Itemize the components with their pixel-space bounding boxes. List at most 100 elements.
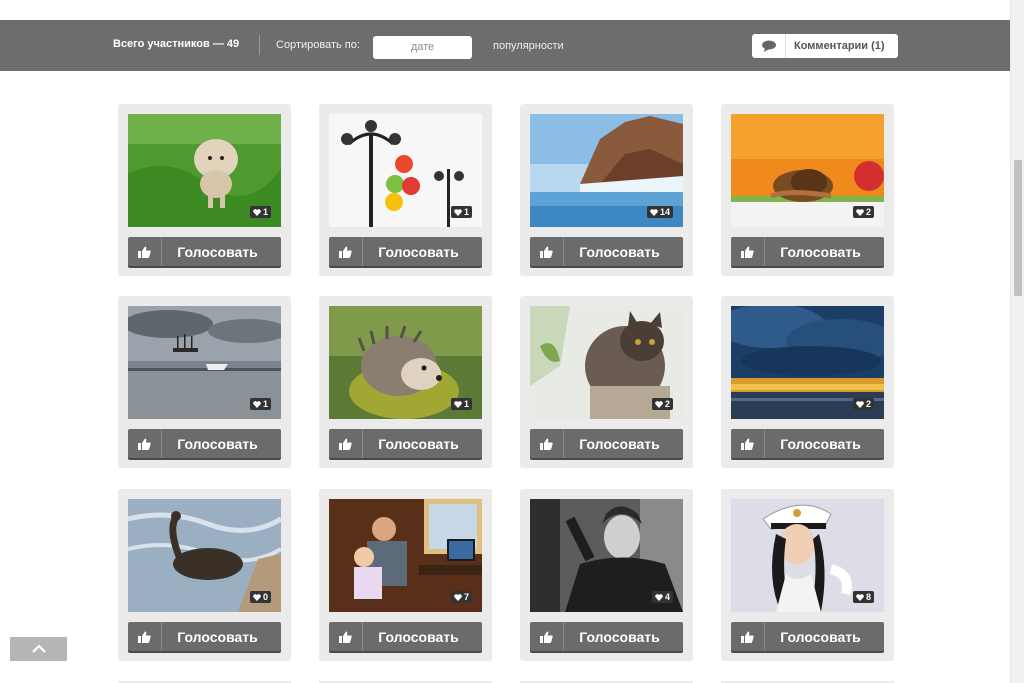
entry-card: 4 Голосовать	[520, 489, 693, 661]
vote-button[interactable]: Голосовать	[128, 429, 281, 458]
thumbs-up-icon	[128, 429, 162, 458]
likes-badge: 2	[852, 398, 874, 410]
vote-button[interactable]: Голосовать	[329, 237, 482, 266]
entry-photo-father-child-computer[interactable]: 7	[329, 499, 482, 612]
heart-icon	[650, 208, 658, 216]
heart-icon	[454, 593, 462, 601]
entry-photo-ice-cliff[interactable]: 14	[530, 114, 683, 227]
vote-button[interactable]: Голосовать	[530, 429, 683, 458]
likes-count: 4	[664, 592, 670, 602]
vote-button[interactable]: Голосовать	[128, 622, 281, 651]
vote-button[interactable]: Голосовать	[128, 237, 281, 266]
likes-badge: 1	[249, 206, 271, 218]
entry-card: 2 Голосовать	[721, 104, 894, 276]
vote-label: Голосовать	[579, 243, 660, 260]
likes-count: 1	[463, 207, 469, 217]
entry-photo-lamps-balloons[interactable]: 1	[329, 114, 482, 227]
contest-page: Всего участников — 49 Сортировать по: да…	[0, 0, 1024, 683]
entry-photo-dog[interactable]: 1	[128, 114, 281, 227]
heart-icon	[253, 400, 261, 408]
entry-photo-hedgehog[interactable]: 1	[329, 306, 482, 419]
entry-card: 1 Голосовать	[319, 296, 492, 468]
participants-count: Всего участников — 49	[113, 38, 240, 50]
divider	[259, 35, 260, 55]
entry-card: 2 Голосовать	[520, 296, 693, 468]
heart-icon	[655, 400, 663, 408]
vote-label: Голосовать	[378, 435, 459, 452]
heart-icon	[655, 593, 663, 601]
comments-label: Комментарии (1)	[794, 40, 885, 52]
likes-count: 0	[262, 592, 268, 602]
vote-button[interactable]: Голосовать	[329, 622, 482, 651]
likes-badge: 1	[450, 206, 472, 218]
heart-icon	[253, 208, 261, 216]
entry-card: 14 Голосовать	[520, 104, 693, 276]
heart-icon	[253, 593, 261, 601]
vote-label: Голосовать	[780, 628, 861, 645]
scroll-to-top-button[interactable]	[10, 637, 67, 661]
thumbs-up-icon	[329, 622, 363, 651]
vote-button[interactable]: Голосовать	[731, 429, 884, 458]
entry-photo-storm-sky[interactable]: 2	[731, 306, 884, 419]
vote-button[interactable]: Голосовать	[731, 622, 884, 651]
likes-count: 2	[664, 399, 670, 409]
entry-photo-sailing-ship[interactable]: 1	[128, 306, 281, 419]
chevron-up-icon	[31, 640, 46, 658]
likes-badge: 7	[450, 591, 472, 603]
likes-count: 1	[463, 399, 469, 409]
vote-label: Голосовать	[780, 243, 861, 260]
entry-card: 0 Голосовать	[118, 489, 291, 661]
thumbs-up-icon	[530, 237, 564, 266]
vote-label: Голосовать	[378, 243, 459, 260]
thumbs-up-icon	[731, 622, 765, 651]
vote-button[interactable]: Голосовать	[530, 237, 683, 266]
entry-card: 1 Голосовать	[118, 296, 291, 468]
likes-badge: 2	[651, 398, 673, 410]
likes-count: 7	[463, 592, 469, 602]
thumbs-up-icon	[530, 622, 564, 651]
vote-label: Голосовать	[579, 628, 660, 645]
entry-photo-cat[interactable]: 2	[530, 306, 683, 419]
heart-icon	[856, 400, 864, 408]
scrollbar[interactable]	[1010, 0, 1024, 683]
entry-photo-woman-captain-hat[interactable]: 8	[731, 499, 884, 612]
vote-button[interactable]: Голосовать	[329, 429, 482, 458]
entry-photo-snail-apple[interactable]: 2	[731, 114, 884, 227]
vote-button[interactable]: Голосовать	[530, 622, 683, 651]
sort-by-popularity-link[interactable]: популярности	[493, 40, 564, 52]
likes-count: 8	[865, 592, 871, 602]
vote-label: Голосовать	[780, 435, 861, 452]
entry-card: 2 Голосовать	[721, 296, 894, 468]
likes-badge: 8	[852, 591, 874, 603]
likes-count: 2	[865, 399, 871, 409]
sort-by-date-button[interactable]: дате	[373, 36, 472, 59]
heart-icon	[454, 208, 462, 216]
likes-badge: 0	[249, 591, 271, 603]
thumbs-up-icon	[128, 237, 162, 266]
thumbs-up-icon	[329, 237, 363, 266]
likes-badge: 4	[651, 591, 673, 603]
entry-photo-young-man-portrait[interactable]: 4	[530, 499, 683, 612]
heart-icon	[856, 593, 864, 601]
likes-count: 14	[659, 207, 670, 217]
vote-button[interactable]: Голосовать	[731, 237, 884, 266]
entry-card: 1 Голосовать	[118, 104, 291, 276]
comments-button[interactable]: Комментарии (1)	[752, 34, 898, 58]
entry-card: 8 Голосовать	[721, 489, 894, 661]
vote-label: Голосовать	[177, 243, 258, 260]
scrollbar-thumb[interactable]	[1014, 160, 1022, 296]
likes-count: 1	[262, 399, 268, 409]
likes-badge: 1	[450, 398, 472, 410]
vote-label: Голосовать	[177, 628, 258, 645]
vote-label: Голосовать	[579, 435, 660, 452]
heart-icon	[856, 208, 864, 216]
entry-photo-cormorant[interactable]: 0	[128, 499, 281, 612]
speech-bubble-icon	[752, 34, 786, 58]
vote-label: Голосовать	[378, 628, 459, 645]
entry-card: 1 Голосовать	[319, 104, 492, 276]
likes-badge: 2	[852, 206, 874, 218]
thumbs-up-icon	[128, 622, 162, 651]
likes-badge: 1	[249, 398, 271, 410]
likes-count: 1	[262, 207, 268, 217]
thumbs-up-icon	[329, 429, 363, 458]
